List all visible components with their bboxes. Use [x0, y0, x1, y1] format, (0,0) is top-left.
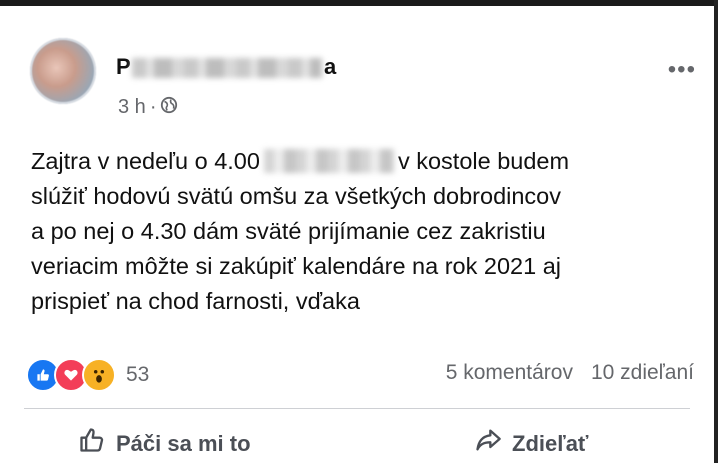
share-arrow-icon [474, 426, 502, 461]
author-name-start: P [116, 54, 131, 79]
thumbs-up-icon [78, 426, 106, 461]
comments-count[interactable]: 5 komentárov [446, 361, 573, 385]
post-line-1-end: v kostole budem [397, 148, 570, 174]
author-name[interactable]: P a [116, 52, 346, 82]
wow-reaction-icon [82, 358, 116, 392]
share-button[interactable]: Zdieľať [474, 426, 588, 461]
meta-separator: · [149, 96, 157, 118]
post-line-4: veriacim môžte si zakúpiť kalendáre na r… [31, 253, 561, 279]
avatar[interactable] [30, 38, 96, 104]
more-icon[interactable]: ••• [668, 56, 696, 84]
window-edge [714, 0, 718, 463]
author-name-end: a [324, 54, 337, 79]
post-card: P a 3 h · ••• Zajtra v nedeľu o 4.00 v ko… [0, 0, 714, 463]
like-button[interactable]: Páči sa mi to [78, 426, 251, 461]
post-line-2: slúžiť hodovú svätú omšu za všetkých dob… [31, 183, 562, 209]
reactions-summary[interactable]: 53 [26, 358, 149, 392]
post-text: Zajtra v nedeľu o 4.00 v kostole budem sl… [31, 144, 701, 319]
author-name-redaction [132, 58, 322, 78]
reaction-count: 53 [126, 363, 150, 386]
post-line-1-start: Zajtra v nedeľu o 4.00 [31, 148, 260, 174]
post-line-5: prispieť na chod farnosti, vďaka [31, 288, 360, 314]
text-redaction [263, 149, 394, 173]
shares-count[interactable]: 10 zdieľaní [591, 361, 694, 385]
post-stats: 5 komentárov 10 zdieľaní [446, 361, 694, 385]
like-button-label: Páči sa mi to [116, 430, 251, 456]
post-line-3: a po nej o 4.30 dám sväté prijímanie cez… [31, 218, 546, 244]
globe-icon [160, 96, 178, 119]
divider [24, 408, 690, 409]
post-line-1: Zajtra v nedeľu o 4.00 v kostole budem [31, 144, 701, 179]
post-time[interactable]: 3 h [118, 96, 146, 119]
post-meta: 3 h · [118, 96, 178, 119]
share-button-label: Zdieľať [512, 430, 589, 456]
